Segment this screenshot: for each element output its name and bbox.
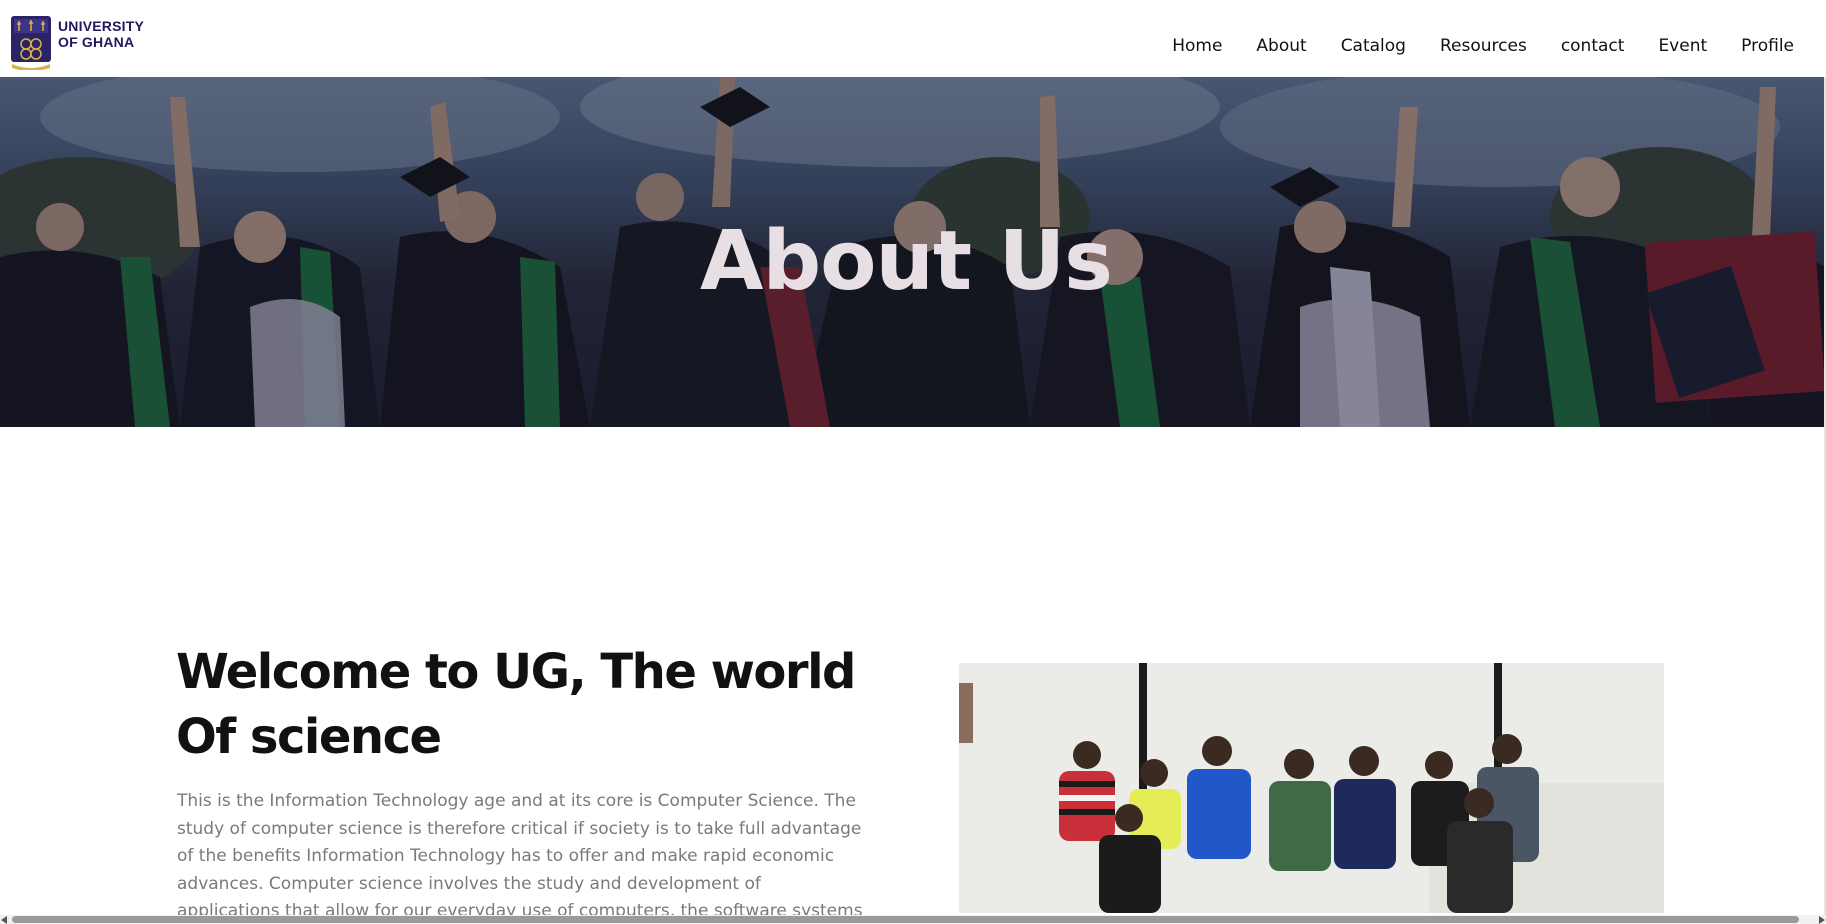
- horizontal-scrollbar-thumb[interactable]: [12, 916, 1799, 923]
- students-photo: [959, 663, 1664, 913]
- hero-banner: About Us: [0, 77, 1826, 427]
- university-logo[interactable]: UNIVERSITY OF GHANA: [10, 14, 144, 70]
- page: UNIVERSITY OF GHANA Home About Catalog R…: [0, 0, 1826, 924]
- university-crest-icon: [11, 16, 51, 70]
- nav-item-profile[interactable]: Profile: [1741, 36, 1794, 56]
- scroll-left-arrow-icon[interactable]: [1, 916, 7, 924]
- nav-item-contact[interactable]: contact: [1561, 36, 1625, 56]
- nav-item-event[interactable]: Event: [1658, 36, 1707, 56]
- nav-item-about[interactable]: About: [1256, 36, 1306, 56]
- welcome-heading: Welcome to UG, The world Of science: [176, 644, 856, 765]
- students-group-image: [959, 663, 1664, 913]
- university-name-line2: OF GHANA: [58, 34, 135, 50]
- nav-item-resources[interactable]: Resources: [1440, 36, 1527, 56]
- nav-item-home[interactable]: Home: [1172, 36, 1222, 56]
- university-name-line1: UNIVERSITY: [58, 18, 145, 34]
- university-name: UNIVERSITY OF GHANA: [58, 18, 144, 50]
- main-nav: Home About Catalog Resources contact Eve…: [1138, 36, 1794, 56]
- about-paragraph: This is the Information Technology age a…: [177, 791, 863, 921]
- scroll-right-arrow-icon[interactable]: [1819, 916, 1825, 924]
- horizontal-scrollbar[interactable]: [0, 915, 1826, 924]
- site-header: UNIVERSITY OF GHANA Home About Catalog R…: [0, 0, 1826, 77]
- hero-title: About Us: [699, 213, 1113, 309]
- nav-item-catalog[interactable]: Catalog: [1341, 36, 1406, 56]
